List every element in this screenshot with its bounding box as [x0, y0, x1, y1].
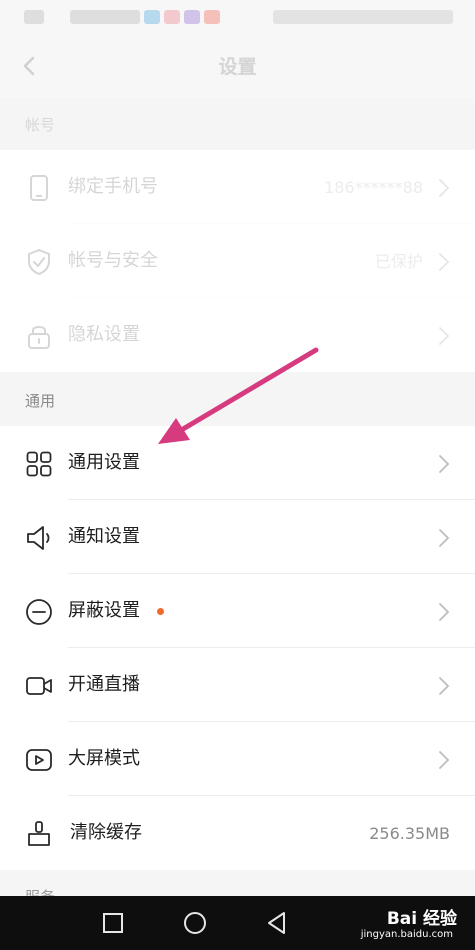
play-screen-icon [26, 749, 52, 771]
watermark-title: Bai 经验 [386, 909, 457, 929]
chevron-right-icon [439, 603, 450, 621]
video-camera-icon [26, 677, 52, 695]
settings-row-live[interactable]: 开通直播 [0, 648, 475, 722]
settings-row-clear-cache[interactable]: 清除缓存 256.35MB [0, 796, 475, 870]
settings-row-label: 隐私设置 [68, 324, 140, 345]
section-title: 通用 [25, 392, 56, 410]
home-icon[interactable] [182, 910, 208, 936]
settings-row-label: 清除缓存 [70, 822, 142, 843]
settings-row-label: 帐号与安全 [68, 250, 158, 271]
security-status-value: 已保护 [374, 252, 423, 271]
settings-row-privacy[interactable]: 隐私设置 [0, 298, 475, 372]
section-header-general: 通用 [0, 372, 475, 426]
settings-row-label: 大屏模式 [68, 748, 140, 769]
section-header-account: 帐号 [0, 98, 475, 150]
settings-row-bind-phone[interactable]: 绑定手机号 186******88 [0, 150, 475, 224]
chevron-right-icon [439, 179, 450, 197]
settings-row-notification[interactable]: 通知设置 [0, 500, 475, 574]
settings-row-account-security[interactable]: 帐号与安全 已保护 [0, 224, 475, 298]
settings-row-label: 绑定手机号 [68, 176, 158, 197]
phone-icon [30, 175, 48, 201]
settings-row-big-screen[interactable]: 大屏模式 [0, 722, 475, 796]
navigation-bar: 设置 [0, 34, 475, 98]
new-badge-dot [157, 608, 164, 615]
phone-number-value: 186******88 [324, 178, 423, 197]
chevron-right-icon [439, 253, 450, 271]
section-header-service: 服务 [0, 870, 475, 896]
chevron-right-icon [439, 327, 450, 345]
settings-row-label: 屏蔽设置 [68, 600, 140, 621]
shield-icon [28, 249, 50, 275]
chevron-right-icon [439, 529, 450, 547]
status-bar [0, 0, 475, 34]
settings-row-general[interactable]: 通用设置 [0, 426, 475, 500]
settings-row-block[interactable]: 屏蔽设置 [0, 574, 475, 648]
lock-icon [28, 326, 50, 349]
page-title: 设置 [218, 56, 257, 78]
speaker-icon [27, 526, 50, 550]
settings-row-label: 通知设置 [68, 526, 140, 547]
section-title: 服务 [25, 886, 55, 896]
recent-apps-icon[interactable] [100, 910, 126, 936]
chevron-right-icon [439, 751, 450, 769]
section-title: 帐号 [25, 116, 56, 134]
watermark-url: jingyan.baidu.com [360, 929, 453, 940]
cache-size-value: 256.35MB [369, 824, 450, 843]
system-navigation-bar: Bai 经验 jingyan.baidu.com [0, 896, 475, 950]
settings-row-label: 通用设置 [68, 452, 140, 473]
block-icon [26, 599, 52, 625]
chevron-right-icon [439, 677, 450, 695]
status-bar-notifications [24, 10, 239, 24]
baidu-jingyan-watermark: Bai 经验 jingyan.baidu.com [347, 902, 457, 946]
grid-icon [26, 451, 52, 477]
broom-icon [28, 821, 50, 846]
chevron-right-icon [439, 455, 450, 473]
settings-row-label: 开通直播 [68, 674, 140, 695]
back-triangle-icon[interactable] [264, 910, 290, 936]
status-bar-indicators [273, 10, 453, 24]
